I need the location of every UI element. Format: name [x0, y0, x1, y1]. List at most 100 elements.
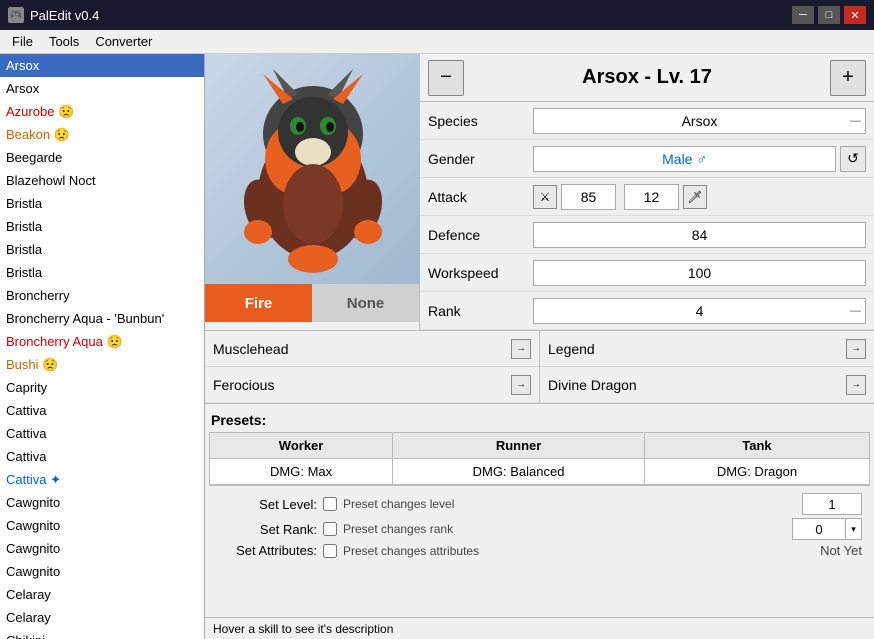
- gender-row: Gender Male ♂ ↺: [420, 140, 874, 178]
- main-layout: ArsoxArsoxAzurobe 😟Beakon 😟BeegardeBlaze…: [0, 54, 874, 639]
- level-increase-button[interactable]: +: [830, 60, 866, 96]
- status-bar: Hover a skill to see it's description: [205, 617, 874, 639]
- sidebar-item[interactable]: Bristla: [0, 215, 204, 238]
- sidebar-item[interactable]: Beakon 😟: [0, 123, 204, 146]
- passive-ferocious-arrow[interactable]: →: [511, 375, 531, 395]
- set-attributes-desc: Preset changes attributes: [343, 544, 479, 558]
- sidebar-item[interactable]: Broncherry: [0, 284, 204, 307]
- pal-image: [205, 54, 420, 284]
- attack-shield-icon[interactable]: 🗡: [683, 185, 707, 209]
- defence-label: Defence: [428, 227, 533, 243]
- species-value[interactable]: Arsox —: [533, 108, 866, 134]
- passive-col-left: Musclehead → Ferocious →: [205, 331, 540, 403]
- rank-arrow-icon: —: [850, 305, 861, 317]
- status-text: Hover a skill to see it's description: [213, 622, 393, 636]
- rank-label: Rank: [428, 303, 533, 319]
- sidebar-item[interactable]: Beegarde: [0, 146, 204, 169]
- preset-dmg-balanced[interactable]: DMG: Balanced: [393, 459, 645, 485]
- sidebar-item[interactable]: Celaray: [0, 583, 204, 606]
- sidebar-item[interactable]: Cawgnito: [0, 560, 204, 583]
- sidebar-item[interactable]: Bushi 😟: [0, 353, 204, 376]
- presets-table: Worker Runner Tank DMG: Max DMG: Balance…: [209, 432, 870, 485]
- passive-legend-label: Legend: [548, 341, 846, 357]
- set-rank-arrow-icon[interactable]: ▾: [845, 519, 861, 539]
- sidebar-item[interactable]: Celaray: [0, 606, 204, 629]
- image-area: Fire None: [205, 54, 420, 330]
- set-rank-value: 0: [793, 522, 845, 537]
- sidebar-item[interactable]: Cawgnito: [0, 537, 204, 560]
- sidebar-item[interactable]: Blazehowl Noct: [0, 169, 204, 192]
- workspeed-value[interactable]: 100: [533, 260, 866, 286]
- species-row: Species Arsox —: [420, 102, 874, 140]
- top-section: Fire None − Arsox - Lv. 17 + Species Ars…: [205, 54, 874, 331]
- passive-legend-arrow[interactable]: →: [846, 339, 866, 359]
- sidebar-item[interactable]: Cattiva: [0, 399, 204, 422]
- table-row: DMG: Max DMG: Balanced DMG: Dragon: [210, 459, 870, 485]
- sidebar-item[interactable]: Caprity: [0, 376, 204, 399]
- preset-header-tank[interactable]: Tank: [644, 433, 869, 459]
- element-none-button[interactable]: None: [312, 284, 419, 322]
- bottom-controls: Set Level: Preset changes level Set Rank…: [209, 485, 870, 565]
- sidebar-item[interactable]: Arsox: [0, 77, 204, 100]
- sidebar-item[interactable]: Bristla: [0, 261, 204, 284]
- set-level-label: Set Level:: [217, 497, 317, 512]
- set-level-input[interactable]: [802, 493, 862, 515]
- menu-file[interactable]: File: [4, 32, 41, 51]
- sidebar-item[interactable]: Broncherry Aqua 😟: [0, 330, 204, 353]
- gender-refresh-button[interactable]: ↺: [840, 146, 866, 172]
- preset-header-runner[interactable]: Runner: [393, 433, 645, 459]
- preset-header-worker[interactable]: Worker: [210, 433, 393, 459]
- set-level-checkbox[interactable]: [323, 497, 337, 511]
- window-title: PalEdit v0.4: [30, 8, 99, 23]
- close-button[interactable]: ✕: [844, 6, 866, 24]
- element-bar: Fire None: [205, 284, 419, 322]
- set-rank-select[interactable]: 0 ▾: [792, 518, 862, 540]
- passive-ferocious: Ferocious →: [205, 367, 539, 403]
- defence-value[interactable]: 84: [533, 222, 866, 248]
- workspeed-row: Workspeed 100: [420, 254, 874, 292]
- set-level-desc: Preset changes level: [343, 497, 454, 511]
- preset-dmg-max[interactable]: DMG: Max: [210, 459, 393, 485]
- sidebar-item[interactable]: Cattiva: [0, 422, 204, 445]
- app-icon: 🎮: [8, 7, 24, 23]
- sidebar-item[interactable]: Chikipi: [0, 629, 204, 639]
- right-panel: Fire None − Arsox - Lv. 17 + Species Ars…: [205, 54, 874, 639]
- set-rank-checkbox[interactable]: [323, 522, 337, 536]
- presets-label: Presets:: [209, 408, 870, 432]
- sidebar-item[interactable]: Broncherry Aqua - 'Bunbun': [0, 307, 204, 330]
- set-level-row: Set Level: Preset changes level: [217, 493, 862, 515]
- rank-value[interactable]: 4 —: [533, 298, 866, 324]
- sidebar-item[interactable]: Bristla: [0, 192, 204, 215]
- attack-sword-icon[interactable]: ⚔: [533, 185, 557, 209]
- gender-label: Gender: [428, 151, 533, 167]
- passive-divine-dragon-label: Divine Dragon: [548, 377, 846, 393]
- element-fire-button[interactable]: Fire: [205, 284, 312, 322]
- maximize-button[interactable]: □: [818, 6, 840, 24]
- menu-tools[interactable]: Tools: [41, 32, 87, 51]
- menu-converter[interactable]: Converter: [87, 32, 160, 51]
- set-attributes-row: Set Attributes: Preset changes attribute…: [217, 543, 862, 558]
- sidebar-item[interactable]: Azurobe 😟: [0, 100, 204, 123]
- gender-value[interactable]: Male ♂: [533, 146, 836, 172]
- rank-row: Rank 4 —: [420, 292, 874, 330]
- attack-label: Attack: [428, 189, 533, 205]
- attack-value2[interactable]: 12: [624, 184, 679, 210]
- attack-value1[interactable]: 85: [561, 184, 616, 210]
- preset-dmg-dragon[interactable]: DMG: Dragon: [644, 459, 869, 485]
- passive-divine-dragon-arrow[interactable]: →: [846, 375, 866, 395]
- sidebar-item[interactable]: Cawgnito: [0, 491, 204, 514]
- species-label: Species: [428, 113, 533, 129]
- sidebar-item[interactable]: Cattiva ✦: [0, 468, 204, 491]
- window-controls: ─ □ ✕: [792, 6, 866, 24]
- sidebar-item[interactable]: Cawgnito: [0, 514, 204, 537]
- sidebar-item[interactable]: Arsox: [0, 54, 204, 77]
- sidebar: ArsoxArsoxAzurobe 😟Beakon 😟BeegardeBlaze…: [0, 54, 205, 639]
- workspeed-label: Workspeed: [428, 265, 533, 281]
- minimize-button[interactable]: ─: [792, 6, 814, 24]
- set-rank-label: Set Rank:: [217, 522, 317, 537]
- level-decrease-button[interactable]: −: [428, 60, 464, 96]
- set-attributes-checkbox[interactable]: [323, 544, 337, 558]
- sidebar-item[interactable]: Bristla: [0, 238, 204, 261]
- sidebar-item[interactable]: Cattiva: [0, 445, 204, 468]
- passive-musclehead-arrow[interactable]: →: [511, 339, 531, 359]
